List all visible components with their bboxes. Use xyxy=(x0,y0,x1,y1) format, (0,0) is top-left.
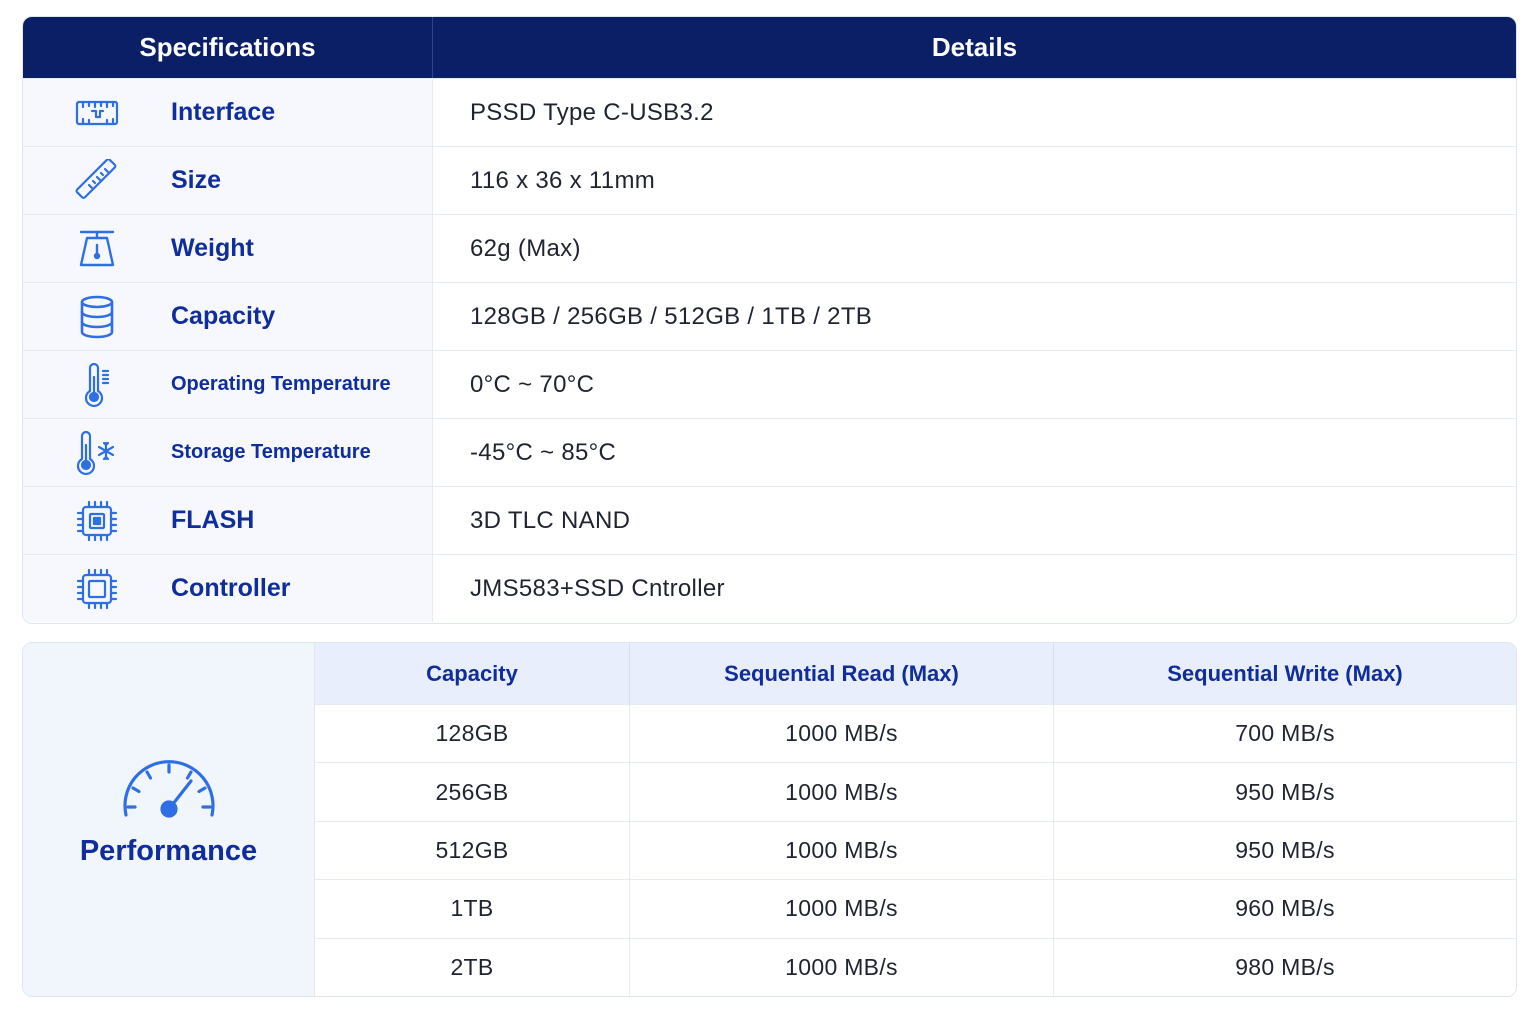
write-speed-cell: 960 MB/s xyxy=(1235,895,1335,922)
spec-row-weight: Weight 62g (Max) xyxy=(23,214,1516,282)
spec-row-storage-temperature: Storage Temperature -45°C ~ 85°C xyxy=(23,418,1516,486)
spec-value: 128GB / 256GB / 512GB / 1TB / 2TB xyxy=(470,302,873,330)
spec-row-flash: FLASH 3D TLC NAND xyxy=(23,486,1516,554)
ruler-icon xyxy=(23,158,171,203)
speedometer-icon xyxy=(119,757,219,821)
table-row: 256GB 1000 MB/s 950 MB/s xyxy=(315,762,1516,821)
spec-value: -45°C ~ 85°C xyxy=(470,438,617,466)
capacity-cell: 512GB xyxy=(315,821,630,880)
specifications-header: Specifications Details xyxy=(23,17,1516,78)
capacity-cell: 256GB xyxy=(315,763,630,821)
spec-row-controller: Controller JMS583+SSD Cntroller xyxy=(23,554,1516,622)
table-row: 512GB 1000 MB/s 950 MB/s xyxy=(315,820,1516,880)
capacity-cell: 1TB xyxy=(315,880,630,938)
read-speed-cell: 1000 MB/s xyxy=(630,705,1054,763)
spec-label: Storage Temperature xyxy=(171,441,371,463)
performance-side-panel: Performance xyxy=(23,643,315,996)
controller-chip-icon xyxy=(23,568,171,610)
database-icon xyxy=(23,295,171,339)
performance-table: Performance Capacity Sequential Read (Ma… xyxy=(22,642,1517,997)
spec-label: Interface xyxy=(171,98,276,126)
spec-row-capacity: Capacity 128GB / 256GB / 512GB / 1TB / 2… xyxy=(23,282,1516,350)
interface-port-icon xyxy=(23,99,171,127)
spec-value: 116 x 36 x 11mm xyxy=(470,166,656,194)
write-speed-cell: 980 MB/s xyxy=(1235,953,1335,980)
specifications-column-header: Specifications xyxy=(23,17,433,78)
spec-row-size: Size 116 x 36 x 11mm xyxy=(23,146,1516,214)
spec-value: 3D TLC NAND xyxy=(470,506,631,534)
flash-chip-icon xyxy=(23,500,171,542)
spec-label: Capacity xyxy=(171,302,276,330)
scale-icon xyxy=(23,229,171,269)
spec-value: JMS583+SSD Cntroller xyxy=(470,574,725,602)
table-row: 2TB 1000 MB/s 980 MB/s xyxy=(315,937,1516,996)
read-speed-cell: 1000 MB/s xyxy=(630,880,1054,938)
capacity-cell: 2TB xyxy=(315,938,630,996)
spec-value: 0°C ~ 70°C xyxy=(470,370,595,398)
thermometer-icon xyxy=(23,362,171,407)
read-speed-cell: 1000 MB/s xyxy=(630,938,1054,996)
spec-row-operating-temperature: Operating Temperature 0°C ~ 70°C xyxy=(23,350,1516,418)
performance-header-row: Capacity Sequential Read (Max) Sequentia… xyxy=(315,643,1516,704)
performance-title: Performance xyxy=(79,835,258,867)
write-speed-cell: 950 MB/s xyxy=(1235,836,1335,863)
spec-row-interface: Interface PSSD Type C-USB3.2 xyxy=(23,78,1516,146)
read-speed-cell: 1000 MB/s xyxy=(630,821,1054,880)
performance-grid: Capacity Sequential Read (Max) Sequentia… xyxy=(315,643,1516,996)
table-row: 128GB 1000 MB/s 700 MB/s xyxy=(315,704,1516,763)
capacity-cell: 128GB xyxy=(315,705,630,763)
table-row: 1TB 1000 MB/s 960 MB/s xyxy=(315,879,1516,938)
spec-value: 62g (Max) xyxy=(470,234,581,262)
read-speed-cell: 1000 MB/s xyxy=(630,763,1054,821)
write-speed-cell: 950 MB/s xyxy=(1235,778,1335,805)
spec-label: Size xyxy=(171,166,222,194)
thermometer-snowflake-icon xyxy=(23,430,171,475)
spec-label: Operating Temperature xyxy=(171,373,391,395)
spec-label: Weight xyxy=(171,234,254,262)
spec-label: Controller xyxy=(171,574,291,602)
spec-value: PSSD Type C-USB3.2 xyxy=(470,98,714,126)
column-header-sequential-write: Sequential Write (Max) xyxy=(1167,660,1403,686)
column-header-capacity: Capacity xyxy=(315,643,630,704)
write-speed-cell: 700 MB/s xyxy=(1235,720,1335,747)
specifications-table: Specifications Details Interface PSSD Ty… xyxy=(22,16,1517,624)
spec-label: FLASH xyxy=(171,506,255,534)
column-header-sequential-read: Sequential Read (Max) xyxy=(630,643,1054,704)
details-column-header: Details xyxy=(931,32,1018,62)
